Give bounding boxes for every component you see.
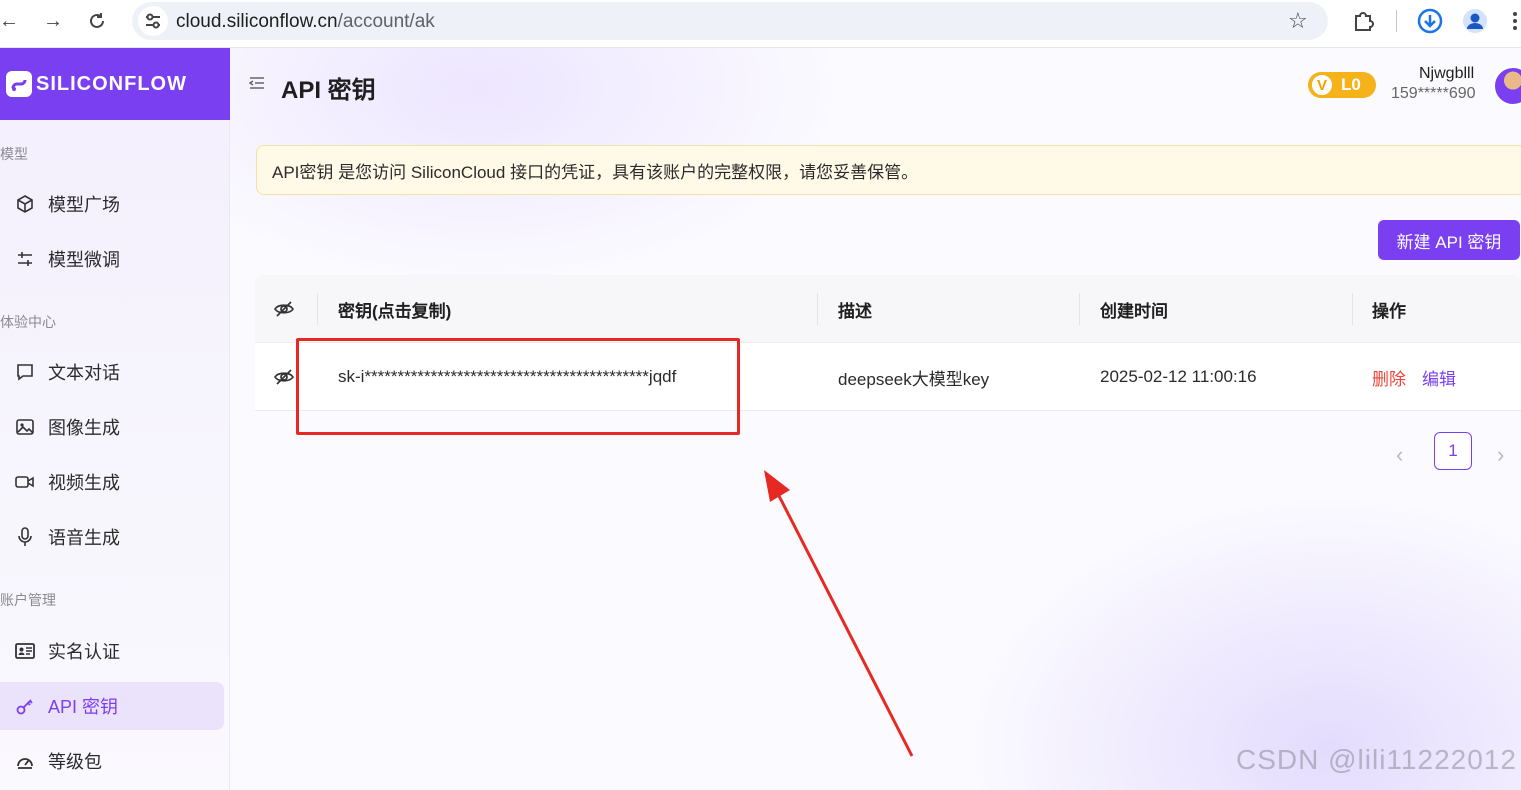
delete-link[interactable]: 删除 xyxy=(1372,343,1406,411)
sliders-icon xyxy=(14,248,36,270)
vip-level-badge[interactable]: V L0 xyxy=(1308,72,1376,98)
user-phone: 159*****690 xyxy=(1391,85,1476,102)
watermark: CSDN @lili11222012 xyxy=(1236,744,1517,775)
column-divider xyxy=(1352,293,1353,325)
siliconflow-logo-icon xyxy=(6,71,32,97)
sidebar-item-label: 图像生成 xyxy=(48,418,120,438)
sidebar-item-label: 等级包 xyxy=(48,752,102,772)
url-text: cloud.siliconflow.cn/account/ak xyxy=(176,11,435,32)
section-title-account: 账户管理 xyxy=(0,592,56,608)
sidebar-item-label: 模型广场 xyxy=(48,195,120,215)
sidebar-item-model-square[interactable]: 模型广场 xyxy=(0,180,224,228)
image-icon xyxy=(14,416,36,438)
notice-banner: API密钥 是您访问 SiliconCloud 接口的凭证，具有该账户的完整权限… xyxy=(256,145,1521,195)
extensions-icon[interactable] xyxy=(1348,6,1378,36)
toggle-visibility-all-icon[interactable] xyxy=(273,275,295,343)
collapse-menu-icon[interactable] xyxy=(248,76,265,95)
download-icon[interactable] xyxy=(1415,6,1445,36)
sidebar-item-label: API 密钥 xyxy=(48,697,119,717)
forward-arrow-icon[interactable]: → xyxy=(38,6,68,36)
user-name[interactable]: Njwgblll xyxy=(1419,65,1474,83)
gauge-icon xyxy=(14,750,36,772)
video-icon xyxy=(14,471,36,493)
notice-text: API密钥 是您访问 SiliconCloud 接口的凭证，具有该账户的完整权限… xyxy=(272,162,919,182)
pagination-prev-icon[interactable]: ‹ xyxy=(1396,442,1403,468)
column-header-created: 创建时间 xyxy=(1100,301,1168,321)
sidebar-item-level-package[interactable]: 等级包 xyxy=(0,737,224,785)
column-header-key: 密钥(点击复制) xyxy=(338,301,452,321)
page-title: API 密钥 xyxy=(281,77,376,104)
id-card-icon xyxy=(14,640,36,662)
annotation-arrow-icon xyxy=(764,470,914,757)
edit-link[interactable]: 编辑 xyxy=(1422,343,1456,411)
toolbar-divider xyxy=(1396,10,1397,32)
toggle-visibility-icon[interactable] xyxy=(273,343,295,411)
sidebar-item-label: 模型微调 xyxy=(48,250,120,270)
pagination-next-icon[interactable]: › xyxy=(1497,442,1504,468)
sidebar-item-label: 实名认证 xyxy=(48,642,120,662)
site-settings-icon[interactable] xyxy=(138,6,168,36)
brand-header[interactable]: SILICONFLOW xyxy=(0,48,230,120)
column-divider xyxy=(817,293,818,325)
sidebar: SILICONFLOW 模型 模型广场 模型微调 体验中心 文本对话 图像生成 … xyxy=(0,48,230,790)
key-icon xyxy=(14,695,36,717)
table-header: 密钥(点击复制) 描述 创建时间 操作 xyxy=(255,275,1521,343)
back-arrow-icon[interactable]: ← xyxy=(0,6,24,36)
vip-letter: V xyxy=(1309,72,1335,98)
pagination-page-current[interactable]: 1 xyxy=(1434,432,1472,470)
more-menu-icon[interactable] xyxy=(1500,6,1521,36)
sidebar-item-text-chat[interactable]: 文本对话 xyxy=(0,348,224,396)
sidebar-item-video-gen[interactable]: 视频生成 xyxy=(0,458,224,506)
sidebar-item-label: 视频生成 xyxy=(48,473,120,493)
new-api-key-button[interactable]: 新建 API 密钥 xyxy=(1378,220,1520,260)
sidebar-item-label: 文本对话 xyxy=(48,363,120,383)
annotation-highlight-box xyxy=(296,338,740,435)
bookmark-star-icon[interactable]: ☆ xyxy=(1288,8,1308,34)
column-divider xyxy=(317,293,318,325)
column-divider xyxy=(1079,293,1080,325)
cube-icon xyxy=(14,193,36,215)
section-title-playground: 体验中心 xyxy=(0,314,56,330)
reload-icon[interactable] xyxy=(82,6,112,36)
microphone-icon xyxy=(14,526,36,548)
sidebar-item-model-finetune[interactable]: 模型微调 xyxy=(0,235,224,283)
sidebar-item-voice-gen[interactable]: 语音生成 xyxy=(0,513,224,561)
section-title-models: 模型 xyxy=(0,146,28,162)
key-created-time: 2025-02-12 11:00:16 xyxy=(1100,367,1257,386)
vip-level: L0 xyxy=(1341,75,1361,94)
sidebar-item-api-keys[interactable]: API 密钥 xyxy=(0,682,224,730)
key-description: deepseek大模型key xyxy=(838,369,990,389)
sidebar-item-verification[interactable]: 实名认证 xyxy=(0,627,224,675)
column-header-description: 描述 xyxy=(838,301,872,321)
avatar[interactable] xyxy=(1493,66,1521,106)
address-bar[interactable]: cloud.siliconflow.cn/account/ak ☆ xyxy=(132,2,1328,40)
sidebar-item-image-gen[interactable]: 图像生成 xyxy=(0,403,224,451)
brand-name: SILICONFLOW xyxy=(36,72,187,95)
sidebar-item-label: 语音生成 xyxy=(48,528,120,548)
profile-icon[interactable] xyxy=(1460,6,1490,36)
page-header: API 密钥 V L0 Njwgblll 159*****690 xyxy=(231,48,1521,120)
column-header-actions: 操作 xyxy=(1372,301,1406,321)
browser-toolbar: ← → cloud.siliconflow.cn/account/ak ☆ xyxy=(0,0,1521,48)
chat-icon xyxy=(14,361,36,383)
